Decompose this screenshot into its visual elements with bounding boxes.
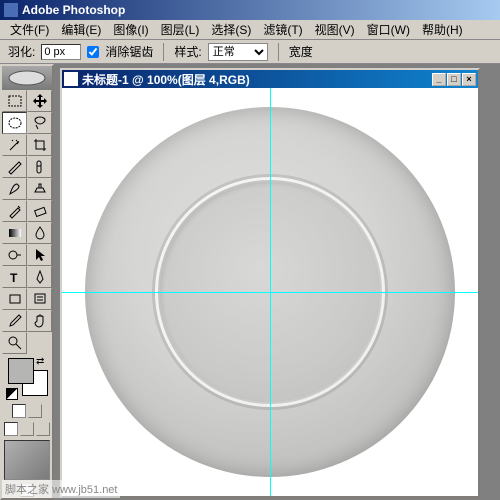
menu-file[interactable]: 文件(F)	[4, 19, 55, 40]
zoom-tool[interactable]	[2, 332, 27, 354]
notes-tool[interactable]	[27, 288, 52, 310]
blur-tool[interactable]	[27, 222, 52, 244]
foreground-color-swatch[interactable]	[8, 358, 34, 384]
maximize-button[interactable]: □	[447, 73, 461, 86]
pen-tool[interactable]	[27, 266, 52, 288]
toolbox-header-icon	[2, 66, 52, 90]
app-titlebar: Adobe Photoshop	[0, 0, 500, 20]
default-colors-icon[interactable]	[6, 388, 18, 400]
document-window: 未标题-1 @ 100%(图层 4,RGB) _ □ ×	[60, 68, 480, 498]
screen-full-button[interactable]	[36, 422, 50, 436]
options-bar: 羽化: 消除锯齿 样式: 正常 宽度	[0, 40, 500, 64]
width-label: 宽度	[289, 43, 313, 60]
gradient-tool[interactable]	[2, 222, 27, 244]
menu-layer[interactable]: 图层(L)	[155, 19, 206, 40]
marquee-ellipse-tool[interactable]	[2, 112, 27, 134]
document-titlebar[interactable]: 未标题-1 @ 100%(图层 4,RGB) _ □ ×	[62, 70, 478, 88]
healing-brush-tool[interactable]	[27, 156, 52, 178]
style-select[interactable]: 正常	[208, 43, 268, 61]
marquee-rect-tool[interactable]	[2, 90, 27, 112]
slice-tool[interactable]	[2, 156, 27, 178]
document-title: 未标题-1 @ 100%(图层 4,RGB)	[82, 71, 431, 88]
antialias-checkbox[interactable]	[87, 46, 99, 58]
menu-view[interactable]: 视图(V)	[309, 19, 361, 40]
antialias-label: 消除锯齿	[105, 43, 153, 60]
feather-label: 羽化:	[8, 43, 35, 60]
menu-select[interactable]: 选择(S)	[205, 19, 257, 40]
toolbox: T ⇄	[0, 64, 54, 500]
type-tool[interactable]: T	[2, 266, 27, 288]
minimize-button[interactable]: _	[432, 73, 446, 86]
path-select-tool[interactable]	[27, 244, 52, 266]
style-label: 样式:	[174, 43, 201, 60]
quickmask-mode-button[interactable]	[28, 404, 42, 418]
color-swatches: ⇄	[4, 356, 50, 400]
magic-wand-tool[interactable]	[2, 134, 27, 156]
clone-stamp-tool[interactable]	[27, 178, 52, 200]
document-canvas[interactable]	[62, 88, 478, 496]
workspace: T ⇄ 未标题-1 @ 100%(图层 4,R	[0, 64, 500, 500]
document-icon	[64, 72, 78, 86]
hand-tool[interactable]	[27, 310, 52, 332]
swap-colors-icon[interactable]: ⇄	[36, 356, 46, 366]
menu-window[interactable]: 窗口(W)	[361, 19, 416, 40]
brush-tool[interactable]	[2, 178, 27, 200]
crop-tool[interactable]	[27, 134, 52, 156]
screen-full-menu-button[interactable]	[20, 422, 34, 436]
menu-filter[interactable]: 滤镜(T)	[257, 19, 308, 40]
divider	[163, 43, 164, 61]
svg-text:T: T	[10, 271, 18, 285]
menu-help[interactable]: 帮助(H)	[416, 19, 469, 40]
history-brush-tool[interactable]	[2, 200, 27, 222]
divider	[278, 43, 279, 61]
close-button[interactable]: ×	[462, 73, 476, 86]
menu-image[interactable]: 图像(I)	[107, 19, 154, 40]
watermark: 脚本之家 www.jb51.net	[2, 480, 120, 498]
toolbox-preview	[4, 440, 50, 480]
eyedropper-tool[interactable]	[2, 310, 27, 332]
menubar: 文件(F) 编辑(E) 图像(I) 图层(L) 选择(S) 滤镜(T) 视图(V…	[0, 20, 500, 40]
eraser-tool[interactable]	[27, 200, 52, 222]
move-tool[interactable]	[27, 90, 52, 112]
dodge-tool[interactable]	[2, 244, 27, 266]
feather-input[interactable]	[41, 44, 81, 60]
app-icon	[4, 3, 18, 17]
shape-tool[interactable]	[2, 288, 27, 310]
guide-horizontal[interactable]	[62, 292, 478, 293]
standard-mode-button[interactable]	[12, 404, 26, 418]
app-title: Adobe Photoshop	[22, 3, 496, 17]
lasso-tool[interactable]	[27, 112, 52, 134]
menu-edit[interactable]: 编辑(E)	[55, 19, 107, 40]
screen-standard-button[interactable]	[4, 422, 18, 436]
